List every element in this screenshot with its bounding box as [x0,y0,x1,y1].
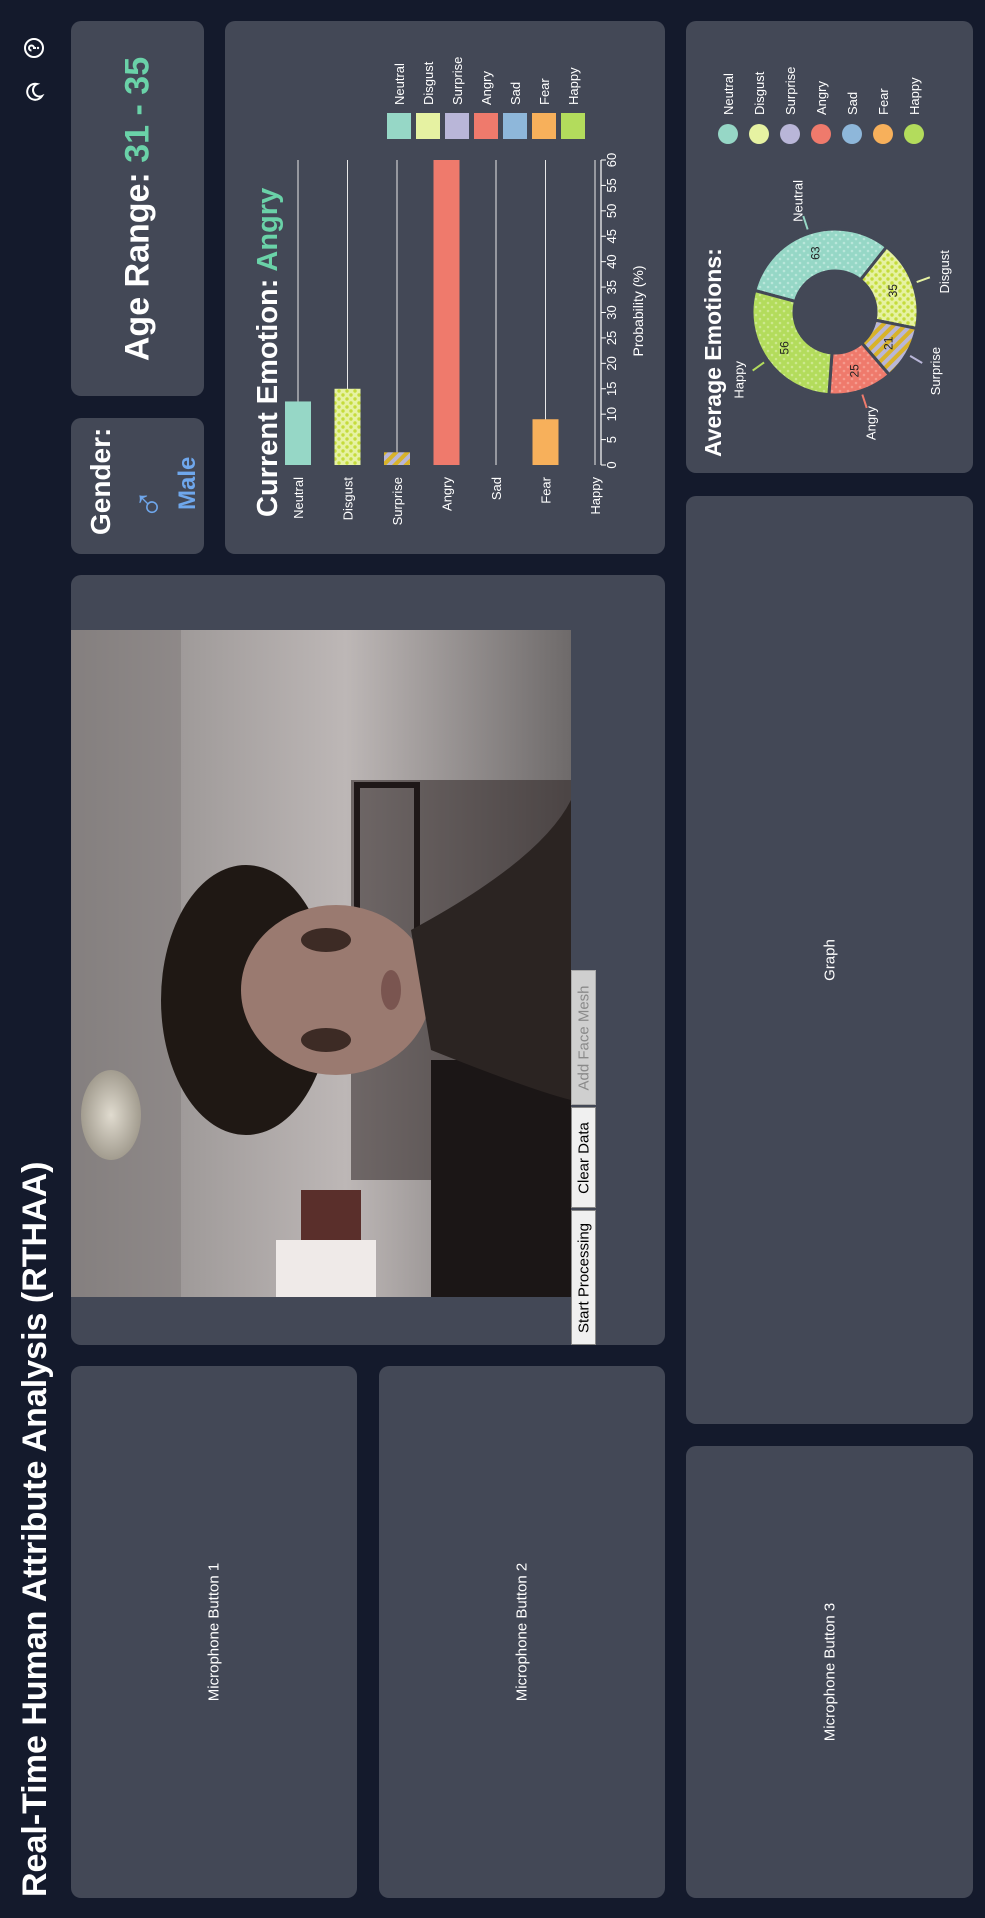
legend-dot-happy [904,124,924,144]
bar-angry [433,160,460,465]
gender-value: Male [174,456,201,510]
slice-value-angry: 25 [847,364,861,378]
category-label-fear: Fear [539,476,554,503]
slice-value-disgust: 35 [886,284,900,298]
slice-happy [750,288,834,397]
age-range-card: Age Range: 31 - 35 [71,21,204,396]
x-tick-label-45: 45 [604,229,619,243]
legend-label-surprise: Surprise [783,67,798,115]
slice-label-neutral: Neutral [790,180,805,222]
x-axis-label: Probability (%) [630,265,646,356]
legend-swatch-angry [474,113,498,139]
camera-feed [71,630,571,1297]
age-range-display: Age Range: 31 - 35 [118,56,157,360]
legend-label-happy: Happy [566,67,581,105]
x-tick-label-35: 35 [604,280,619,294]
legend-dot-angry [811,124,831,144]
legend-swatch-disgust [416,113,440,139]
legend-label-neutral: Neutral [721,73,736,115]
microphone-button-2-label: Microphone Button 2 [513,1562,531,1702]
slice-label-angry: Angry [864,406,879,440]
legend-label-happy: Happy [907,77,922,115]
slice-value-happy: 56 [777,341,791,355]
legend-swatch-happy [561,113,585,139]
legend-swatch-neutral [387,113,411,139]
legend-label-fear: Fear [537,78,552,105]
x-tick-label-5: 5 [604,436,619,443]
bar-fear [532,419,559,465]
graph-card: Graph [686,496,973,1424]
age-range-value: 31 - 35 [118,56,156,163]
legend-swatch-fear [532,113,556,139]
gender-label: Gender: [85,427,116,535]
legend-label-sad: Sad [508,82,523,105]
x-tick-label-10: 10 [604,407,619,421]
legend-dot-fear [873,124,893,144]
moon-icon[interactable] [23,81,45,103]
legend-label-angry: Angry [814,81,829,115]
legend-dot-sad [842,124,862,144]
current-emotion-card: Current Emotion: Angry Neutral Disgust Sur… [225,21,665,554]
slice-leader-surprise [909,355,923,364]
slice-label-surprise: Surprise [928,347,943,395]
bar-disgust [334,388,361,465]
category-label-disgust: Disgust [341,477,356,521]
graph-label: Graph [821,939,838,981]
legend-dot-surprise [780,124,800,144]
average-emotions-chart: 63 Neutral 35 Disgust 21 Surprise 25 Angry 56 Hap… [718,67,952,440]
slice-leader-angry [861,394,868,409]
legend-swatch-surprise [445,113,469,139]
legend-label-disgust: Disgust [421,61,436,105]
app-title: Real-Time Human Attribute Analysis (RTHA… [16,1161,54,1898]
emotion-probability-chart: Neutral Disgust Surprise Angry Sad Fear Happy 0… [285,57,646,525]
add-face-mesh-button: Add Face Mesh [571,970,596,1105]
gender-card: Gender: ♂ Male [71,418,204,554]
slice-neutral [752,227,889,304]
legend-label-surprise: Surprise [450,57,465,105]
category-label-surprise: Surprise [390,477,405,525]
x-tick-label-60: 60 [604,153,619,167]
microphone-button-3[interactable]: Microphone Button 3 [686,1446,973,1898]
start-processing-button[interactable]: Start Processing [571,1210,596,1345]
category-label-sad: Sad [489,477,504,500]
x-tick-label-25: 25 [604,331,619,345]
bar-surprise [384,452,410,465]
age-range-label: Age Range: [118,171,156,361]
x-tick-label-30: 30 [604,305,619,319]
x-tick-label-0: 0 [604,461,619,468]
microphone-button-1-label: Microphone Button 1 [205,1562,223,1702]
microphone-button-3-label: Microphone Button 3 [821,1602,838,1742]
average-emotions-card: Average Emotions: 63 Neutral 35 Disgust 21 Su… [686,21,973,473]
slice-leader-happy [752,361,765,372]
slice-value-surprise: 21 [882,336,896,350]
help-icon[interactable] [23,37,45,59]
slice-leader-disgust [916,276,931,284]
bar-neutral [285,401,311,465]
category-label-angry: Angry [440,477,455,511]
clear-data-button[interactable]: Clear Data [571,1107,596,1208]
x-tick-label-50: 50 [604,204,619,218]
legend-dot-neutral [718,124,738,144]
legend-label-fear: Fear [876,88,891,115]
x-tick-label-15: 15 [604,382,619,396]
microphone-button-2[interactable]: Microphone Button 2 [379,1366,665,1898]
male-icon: ♂ [125,488,172,521]
x-tick-label-20: 20 [604,356,619,370]
category-label-happy: Happy [588,477,603,515]
legend-swatch-sad [503,113,527,139]
microphone-button-1[interactable]: Microphone Button 1 [71,1366,357,1898]
slice-label-disgust: Disgust [937,250,952,294]
x-tick-label-55: 55 [604,178,619,192]
slice-label-happy: Happy [732,360,747,398]
category-label-neutral: Neutral [291,477,306,519]
x-tick-label-40: 40 [604,254,619,268]
slice-value-neutral: 63 [809,246,823,260]
camera-card: Start Processing Clear Data Add Face Mes… [71,575,665,1345]
legend-label-disgust: Disgust [752,71,767,115]
legend-label-angry: Angry [479,71,494,105]
legend-label-neutral: Neutral [392,63,407,105]
legend-dot-disgust [749,124,769,144]
legend-label-sad: Sad [845,92,860,115]
